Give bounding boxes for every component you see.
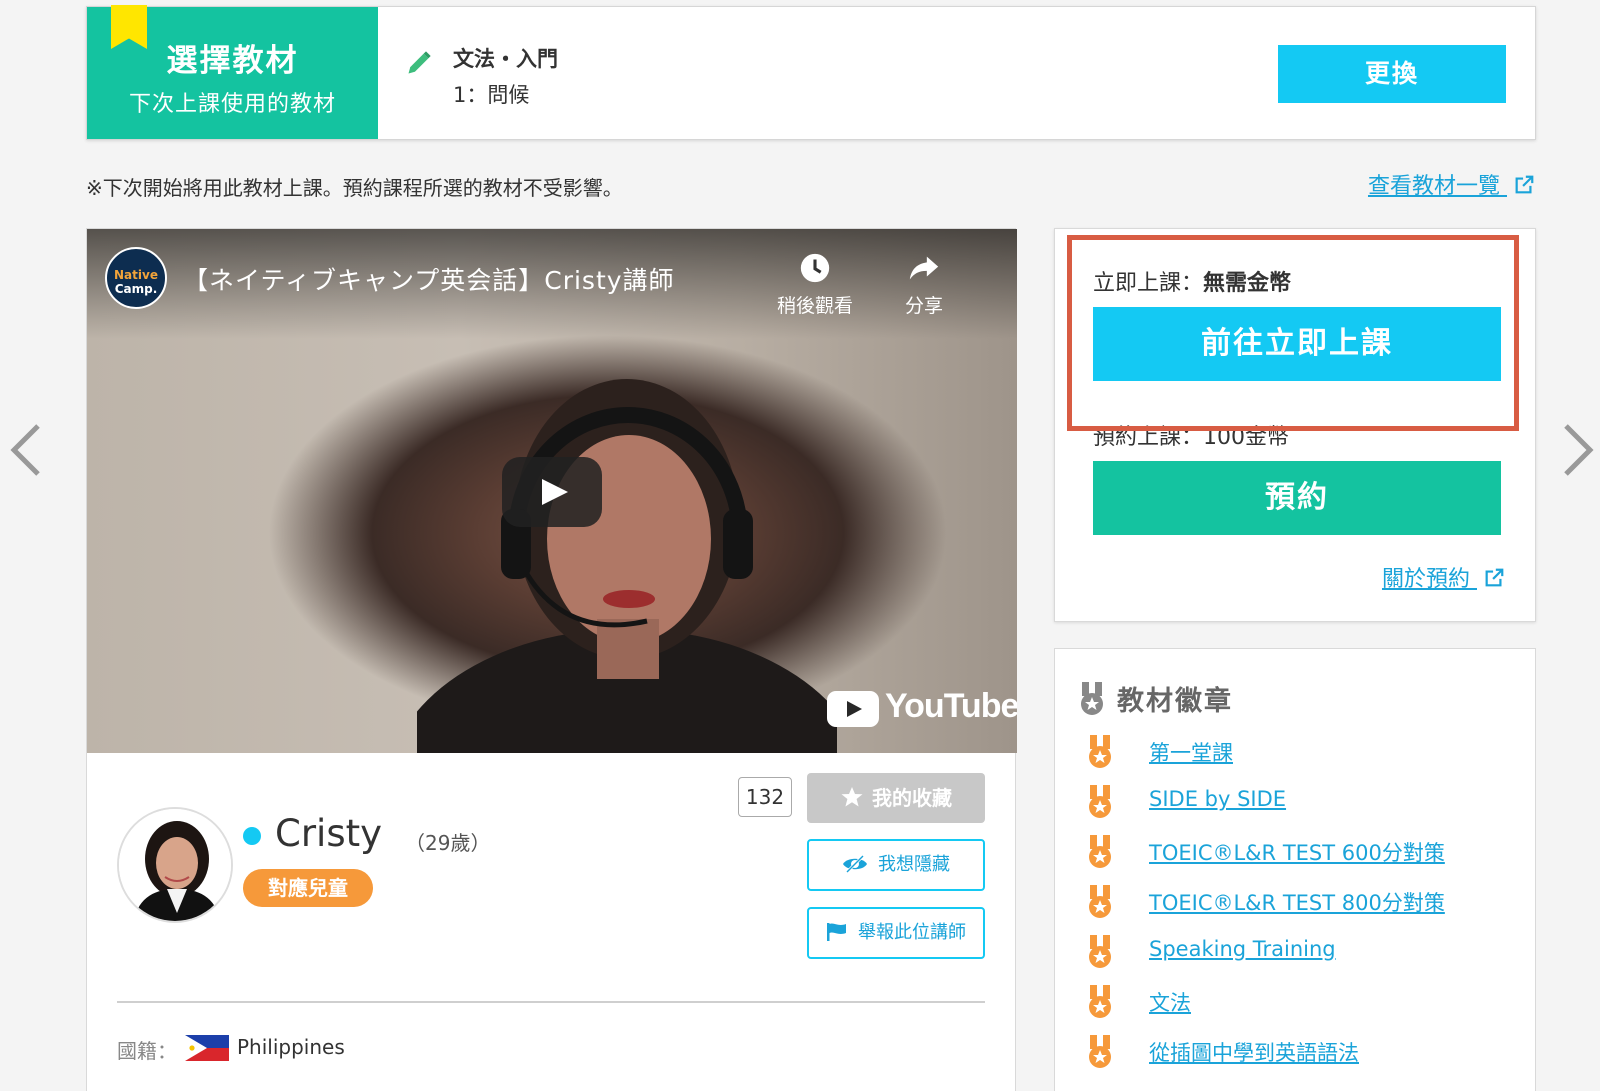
material-note: ※下次開始將用此教材上課。預約課程所選的教材不受影響。 bbox=[86, 176, 623, 200]
highlight-frame bbox=[1067, 235, 1519, 431]
reserve-button[interactable]: 預約 bbox=[1093, 461, 1501, 535]
nationality-label: 國籍： bbox=[117, 1039, 177, 1063]
online-status-dot bbox=[243, 827, 261, 845]
divider bbox=[117, 1001, 985, 1003]
eye-slash-icon bbox=[843, 854, 867, 874]
medal-icon bbox=[1089, 885, 1111, 918]
material-lesson: 1：問候 bbox=[453, 83, 530, 107]
teacher-age: （29歲） bbox=[405, 831, 491, 855]
flag-icon bbox=[827, 923, 846, 941]
view-material-list-link[interactable]: 查看教材一覽 bbox=[1368, 168, 1535, 200]
medal-icon bbox=[1089, 835, 1111, 868]
teacher-card: Native Camp. 【ネイティブキャンプ英会話】Cristy講師 稍後觀看… bbox=[86, 228, 1017, 1091]
material-badges-card: 教材徽章 第一堂課 SIDE by SIDE TOEIC®L&R TEST 60… bbox=[1054, 648, 1536, 1091]
medal-icon bbox=[1089, 735, 1111, 768]
channel-logo[interactable]: Native Camp. bbox=[105, 247, 167, 309]
material-label-panel: 選擇教材 下次上課使用的教材 bbox=[87, 5, 378, 139]
pencil-icon bbox=[408, 51, 431, 74]
medal-icon bbox=[1089, 785, 1111, 818]
medal-icon bbox=[1089, 1035, 1111, 1068]
share-button[interactable]: 分享 bbox=[905, 251, 943, 318]
material-category: 文法・入門 bbox=[453, 47, 558, 71]
change-material-button[interactable]: 更換 bbox=[1278, 45, 1506, 103]
view-material-list-label: 查看教材一覽 bbox=[1367, 174, 1500, 199]
nationality-value: Philippines bbox=[237, 1035, 345, 1059]
philippines-flag-icon bbox=[185, 1035, 229, 1061]
material-title: 選擇教材 bbox=[166, 43, 299, 79]
favorite-count: 132 bbox=[738, 777, 792, 817]
external-link-icon bbox=[1485, 568, 1504, 587]
clock-icon bbox=[800, 253, 830, 283]
teacher-video-frame bbox=[417, 379, 837, 753]
kids-support-badge: 對應兒童 bbox=[243, 869, 373, 907]
hide-teacher-button[interactable]: 我想隱藏 bbox=[807, 839, 985, 891]
teacher-avatar[interactable] bbox=[117, 807, 233, 923]
teacher-name: Cristy bbox=[275, 812, 383, 855]
chevron-left-icon[interactable] bbox=[8, 420, 44, 480]
material-bar: 選擇教材 下次上課使用的教材 文法・入門 1：問候 更換 bbox=[86, 5, 1536, 140]
report-teacher-button[interactable]: 舉報此位講師 bbox=[807, 907, 985, 959]
external-link-icon bbox=[1515, 175, 1534, 194]
teacher-photo bbox=[119, 809, 231, 921]
medal-icon bbox=[1089, 935, 1111, 968]
medal-icon bbox=[1089, 985, 1111, 1018]
video-title[interactable]: 【ネイティブキャンプ英会話】Cristy講師 bbox=[183, 261, 675, 297]
material-subtitle: 下次上課使用的教材 bbox=[128, 92, 336, 117]
badges-heading: 教材徽章 bbox=[1079, 679, 1233, 718]
chevron-right-icon[interactable] bbox=[1560, 420, 1596, 480]
medal-icon bbox=[1081, 682, 1103, 715]
youtube-icon bbox=[827, 691, 879, 727]
video-player[interactable]: Native Camp. 【ネイティブキャンプ英会話】Cristy講師 稍後觀看… bbox=[87, 229, 1017, 753]
favorite-button[interactable]: 我的收藏 bbox=[807, 773, 985, 823]
watch-later-button[interactable]: 稍後觀看 bbox=[777, 251, 853, 318]
booking-card: 立即上課：無需金幣 前往立即上課 預約上課：100金幣 預約 關於預約 bbox=[1054, 228, 1536, 622]
play-button[interactable] bbox=[502, 457, 602, 527]
about-reservation-link[interactable]: 關於預約 bbox=[1382, 561, 1505, 593]
star-icon bbox=[841, 787, 863, 807]
share-icon bbox=[909, 256, 939, 280]
